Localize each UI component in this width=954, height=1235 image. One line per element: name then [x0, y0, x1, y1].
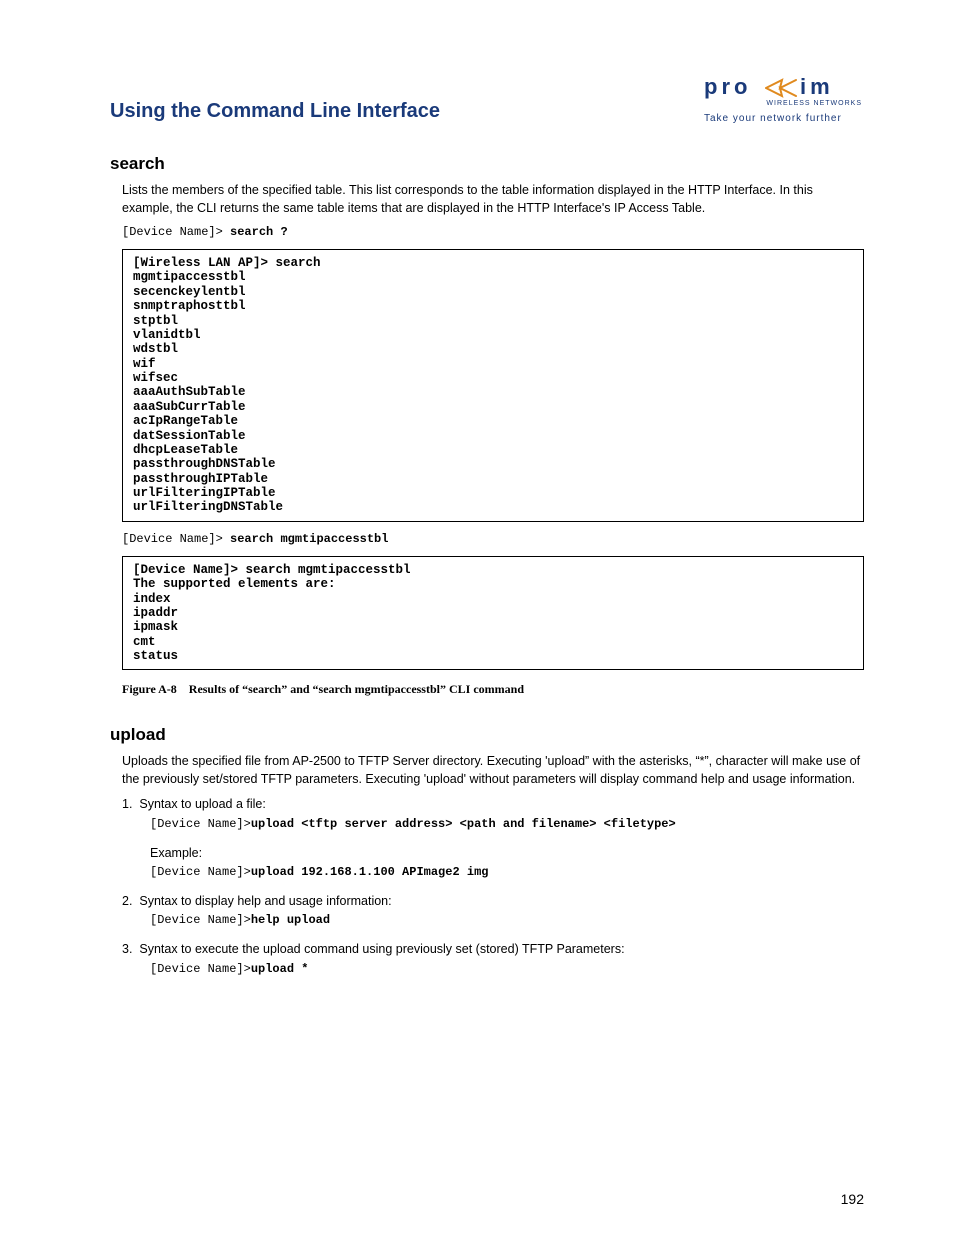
cli-upload-syntax: [Device Name]>upload <tftp server addres…	[150, 816, 864, 833]
cli-prompt: [Device Name]>	[150, 865, 251, 879]
upload-step-3: 3. Syntax to execute the upload command …	[122, 941, 864, 977]
cli-command: search mgmtipaccesstbl	[230, 532, 388, 546]
step-2-lead: 2. Syntax to display help and usage info…	[122, 894, 392, 908]
cli-prompt: [Device Name]>	[150, 817, 251, 831]
terminal-output-search: [Wireless LAN AP]> search mgmtipaccesstb…	[122, 249, 864, 522]
cli-prompt: [Device Name]>	[122, 225, 223, 239]
section-heading-search: search	[110, 154, 864, 174]
cli-prompt: [Device Name]>	[150, 913, 251, 927]
cli-help-upload: [Device Name]>help upload	[150, 912, 864, 929]
cli-search-help: [Device Name]> search ?	[122, 225, 864, 239]
cli-prompt: [Device Name]>	[122, 532, 223, 546]
terminal-output-mgmt: [Device Name]> search mgmtipaccesstbl Th…	[122, 556, 864, 671]
cli-command: upload <tftp server address> <path and f…	[251, 817, 676, 831]
page-header: Using the Command Line Interface pro im …	[110, 70, 864, 124]
upload-intro: Uploads the specified file from AP-2500 …	[122, 753, 864, 788]
brand-block: pro im WIRELESS NETWORKS Take your netwo…	[704, 70, 864, 124]
logo-subtext: WIRELESS NETWORKS	[704, 100, 862, 107]
brand-tagline: Take your network further	[704, 113, 864, 124]
figure-caption-a8: Figure A-8 Results of “search” and “sear…	[122, 682, 864, 697]
proxim-logo-icon: pro im	[704, 74, 864, 102]
step-1-lead: 1. Syntax to upload a file:	[122, 797, 266, 811]
cli-upload-star: [Device Name]>upload *	[150, 961, 864, 978]
page: Using the Command Line Interface pro im …	[0, 0, 954, 1235]
step-3-lead: 3. Syntax to execute the upload command …	[122, 942, 625, 956]
cli-command: upload 192.168.1.100 APImage2 img	[251, 865, 489, 879]
page-number: 192	[841, 1191, 864, 1207]
upload-step-2: 2. Syntax to display help and usage info…	[122, 893, 864, 929]
svg-text:im: im	[800, 74, 834, 99]
cli-command: upload *	[251, 962, 309, 976]
upload-step-1: 1. Syntax to upload a file: [Device Name…	[122, 796, 864, 881]
cli-search-mgmt: [Device Name]> search mgmtipaccesstbl	[122, 532, 864, 546]
cli-command: help upload	[251, 913, 330, 927]
search-intro: Lists the members of the specified table…	[122, 182, 864, 217]
section-heading-upload: upload	[110, 725, 864, 745]
example-label: Example:	[150, 845, 864, 863]
chapter-title: Using the Command Line Interface	[110, 70, 440, 123]
cli-prompt: [Device Name]>	[150, 962, 251, 976]
cli-command: search ?	[230, 225, 288, 239]
svg-text:pro: pro	[704, 74, 751, 99]
cli-upload-example: [Device Name]>upload 192.168.1.100 APIma…	[150, 864, 864, 881]
